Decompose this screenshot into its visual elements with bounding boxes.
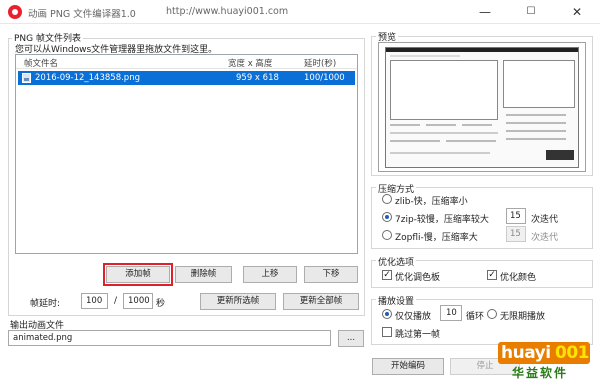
skip-first-label: 跳过第一帧 (395, 330, 441, 340)
logo-text-b: 001 (555, 343, 590, 363)
optimize-palette-checkbox[interactable]: ✓ (382, 270, 392, 280)
update-selected-button[interactable]: 更新所选帧 (200, 293, 276, 310)
browse-button[interactable]: ... (338, 330, 364, 347)
col-delay[interactable]: 延时(秒) (304, 57, 336, 69)
zopfli-label: Zopfli-慢，压缩率大 (395, 233, 478, 243)
maximize-button[interactable]: ☐ (508, 0, 554, 24)
col-size[interactable]: 宽度 x 高度 (228, 57, 272, 69)
delay-separator: / (114, 296, 118, 306)
delay-numerator-input[interactable]: 100 (81, 293, 108, 309)
optimize-group-title: 优化选项 (376, 255, 417, 268)
list-header: 帧文件名 宽度 x 高度 延时(秒) (16, 55, 357, 69)
7zip-radio[interactable] (382, 212, 392, 222)
start-encode-button[interactable]: 开始编码 (372, 358, 444, 375)
delay-denominator-input[interactable]: 1000 (123, 293, 153, 309)
7zip-iterations-label: 次迭代 (531, 215, 559, 225)
loop-count-input[interactable]: 10 (440, 305, 462, 321)
zopfli-iterations-label: 次迭代 (531, 233, 559, 243)
brand-logo: huayi 001 华益软件 (498, 342, 590, 384)
preview-thumbnail (385, 47, 579, 168)
delete-frame-button[interactable]: 删除帧 (175, 266, 232, 283)
delay-label: 帧延时: (30, 299, 61, 309)
optimize-palette-label: 优化调色板 (395, 273, 441, 283)
zopfli-radio[interactable] (382, 230, 392, 240)
7zip-label: 7zip-较慢，压缩率较大 (395, 215, 489, 225)
move-up-button[interactable]: 上移 (243, 266, 297, 283)
logo-text-cn: 华益软件 (512, 366, 569, 380)
7zip-iterations-input[interactable]: 15 (506, 208, 526, 224)
row-filename: 2016-09-12_143858.png (35, 73, 140, 83)
zopfli-iterations-input[interactable]: 15 (506, 226, 526, 242)
infinite-radio[interactable] (487, 309, 497, 319)
close-button[interactable]: ✕ (554, 0, 600, 24)
title-bar: 动画 PNG 文件编译器1.0 http://www.huayi001.com … (0, 0, 600, 24)
minimize-button[interactable]: — (462, 0, 508, 24)
col-filename[interactable]: 帧文件名 (24, 57, 58, 69)
output-filename-input[interactable]: animated.png (8, 330, 331, 346)
optimize-color-checkbox[interactable]: ✓ (487, 270, 497, 280)
update-all-button[interactable]: 更新全部帧 (283, 293, 359, 310)
window-url: http://www.huayi001.com (166, 6, 289, 17)
infinite-label: 无限期播放 (500, 312, 546, 322)
row-size: 959 x 618 (236, 73, 279, 83)
row-delay: 100/1000 (304, 73, 345, 83)
png-file-icon (22, 73, 31, 83)
logo-text-a: huayi (501, 343, 551, 363)
optimize-color-label: 优化颜色 (500, 273, 537, 283)
zlib-radio[interactable] (382, 194, 392, 204)
add-frame-button[interactable]: 添加帧 (103, 263, 173, 286)
preview-area (378, 42, 586, 172)
delay-unit: 秒 (156, 299, 166, 309)
loop-label: 循环 (466, 312, 485, 322)
play-only-label: 仅仅播放 (395, 312, 432, 322)
play-only-radio[interactable] (382, 309, 392, 319)
playback-group-title: 播放设置 (376, 294, 417, 307)
move-down-button[interactable]: 下移 (304, 266, 358, 283)
app-icon (8, 5, 22, 19)
zlib-label: zlib-快，压缩率小 (395, 197, 468, 207)
skip-first-checkbox[interactable] (382, 327, 392, 337)
window-title: 动画 PNG 文件编译器1.0 (28, 9, 136, 20)
table-row[interactable]: 2016-09-12_143858.png 959 x 618 100/1000 (18, 71, 355, 85)
frame-list[interactable]: 帧文件名 宽度 x 高度 延时(秒) 2016-09-12_143858.png… (15, 54, 358, 254)
